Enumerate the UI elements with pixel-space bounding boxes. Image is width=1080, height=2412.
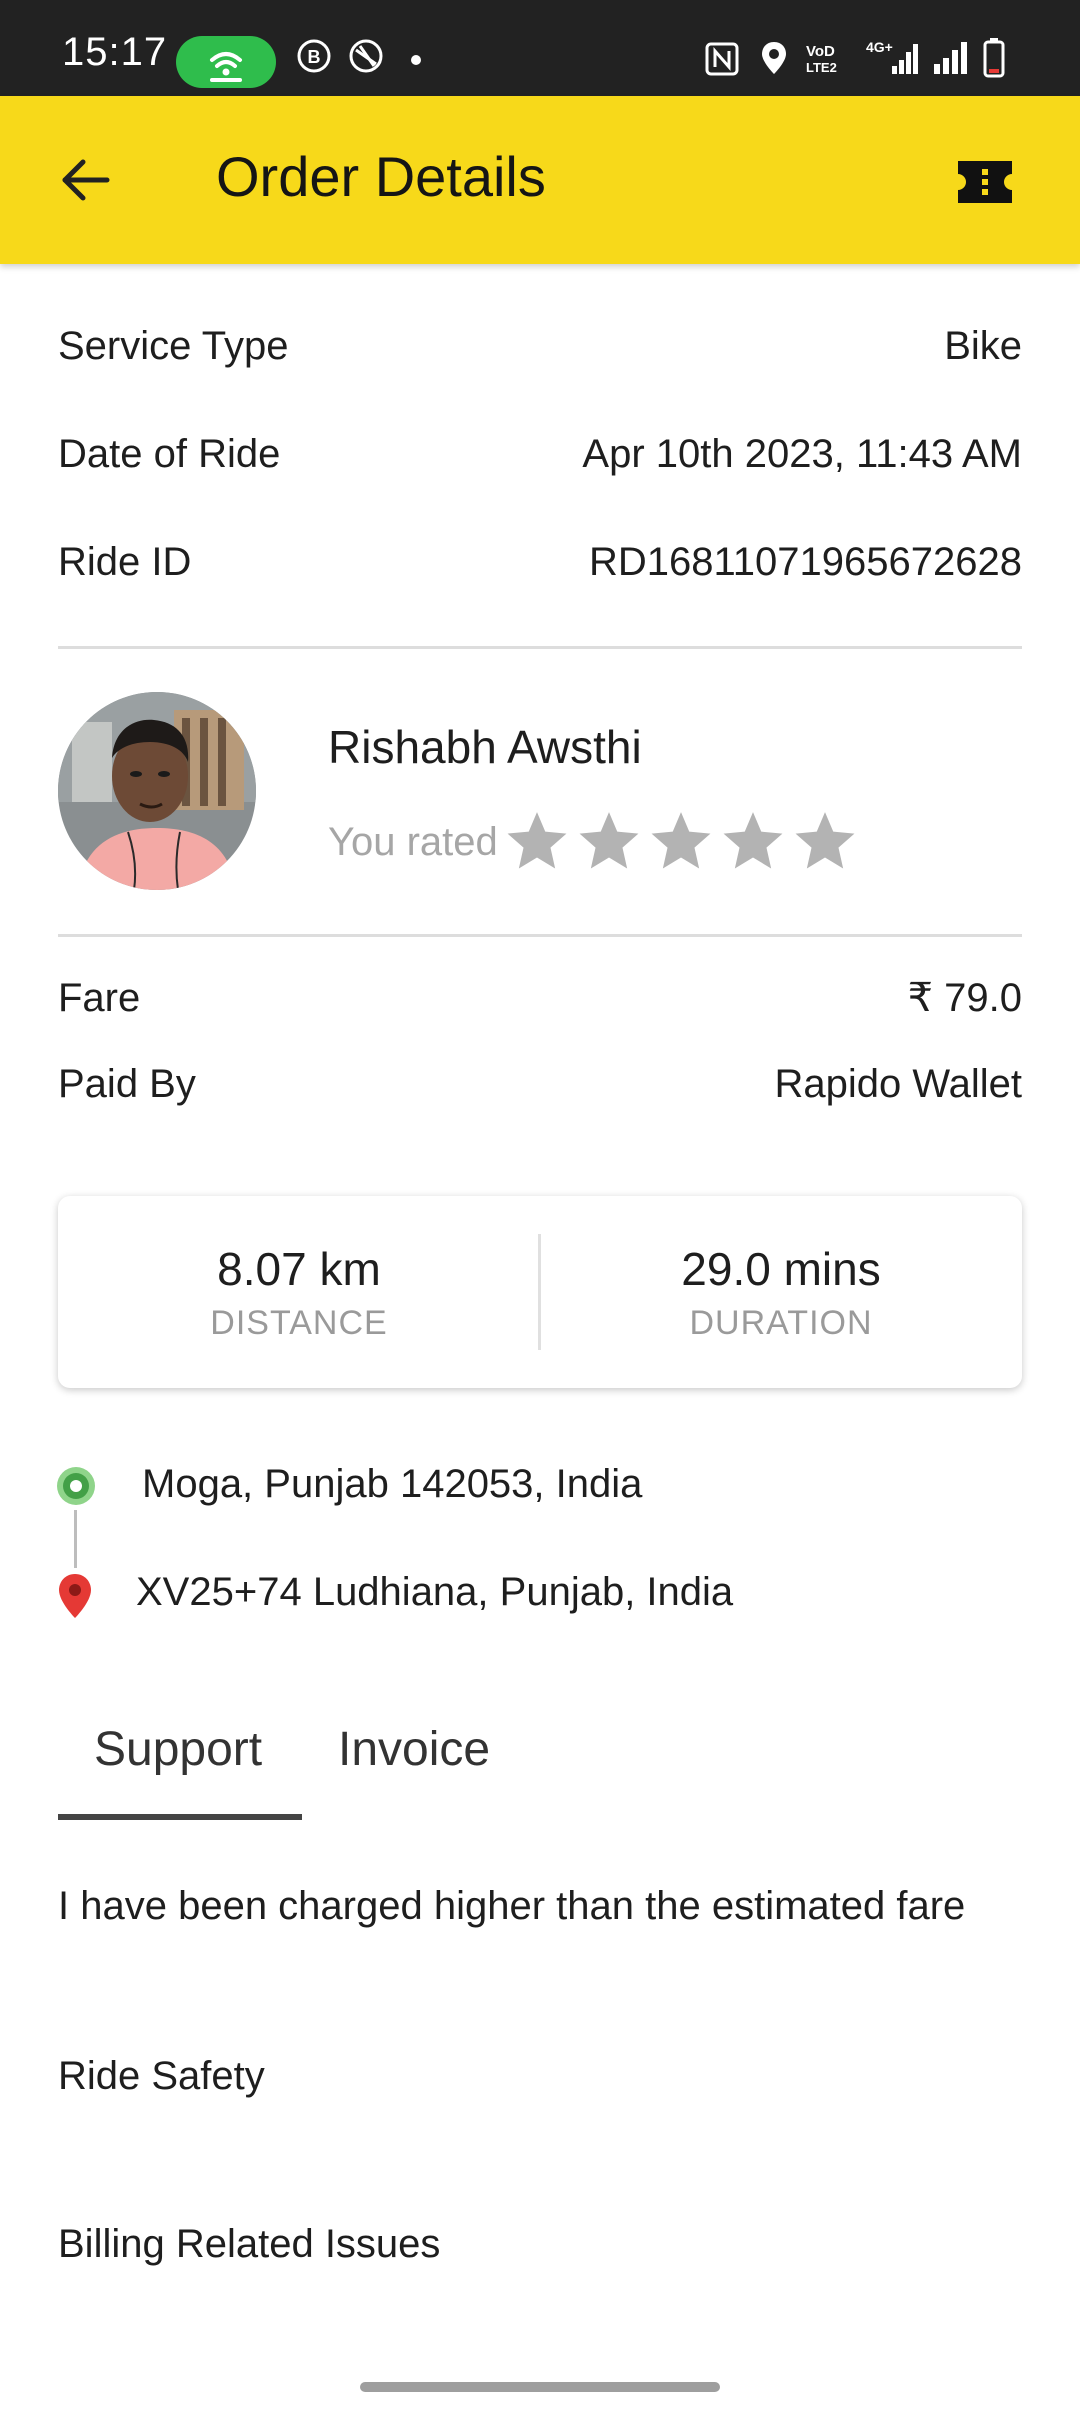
distance-label: DISTANCE <box>210 1304 388 1342</box>
star-icon[interactable] <box>648 808 714 874</box>
divider <box>58 934 1022 937</box>
b-circle-icon: B <box>297 39 331 73</box>
trip-summary-card: 8.07 km DISTANCE 29.0 mins DURATION <box>58 1196 1022 1388</box>
you-rated-label: You rated <box>328 820 498 864</box>
fare-label: Fare <box>58 975 141 1020</box>
paid-by-label: Paid By <box>58 1061 196 1106</box>
tab-support[interactable]: Support <box>94 1722 262 1777</box>
battery-icon <box>983 38 1005 78</box>
location-icon <box>762 42 786 74</box>
paid-by-value: Rapido Wallet <box>774 1061 1022 1106</box>
status-bar: 15:17 B VoD LTE2 4G+ <box>0 0 1080 96</box>
driver-name: Rishabh Awsthi <box>328 721 642 773</box>
volte-icon: VoD LTE2 <box>806 43 837 75</box>
star-icon[interactable] <box>792 808 858 874</box>
svg-text:VoD: VoD <box>806 43 835 60</box>
page-title: Order Details <box>216 145 546 208</box>
date-of-ride-value: Apr 10th 2023, 11:43 AM <box>582 431 1022 476</box>
hotspot-indicator <box>176 36 276 88</box>
route-connector <box>74 1510 77 1568</box>
duration-value: 29.0 mins <box>681 1243 881 1295</box>
driver-avatar <box>58 692 256 890</box>
service-type-value: Bike <box>944 323 1022 368</box>
star-icon[interactable] <box>576 808 642 874</box>
paid-by-row: Paid By Rapido Wallet <box>58 1054 1022 1114</box>
distance-cell: 8.07 km DISTANCE <box>58 1196 540 1388</box>
arrow-left-icon <box>62 159 110 201</box>
fare-row: Fare ₹ 79.0 <box>58 968 1022 1028</box>
service-type-label: Service Type <box>58 323 289 368</box>
support-item-billing[interactable]: Billing Related Issues <box>58 2222 440 2267</box>
duration-label: DURATION <box>689 1304 873 1342</box>
date-of-ride-row: Date of Ride Apr 10th 2023, 11:43 AM <box>58 424 1022 484</box>
ride-id-row: Ride ID RD16811071965672628 <box>58 532 1022 592</box>
ride-id-value: RD16811071965672628 <box>589 539 1022 584</box>
home-indicator[interactable] <box>360 2382 720 2392</box>
rating-stars <box>504 808 858 874</box>
divider <box>58 646 1022 649</box>
ride-id-label: Ride ID <box>58 539 192 584</box>
ticket-icon <box>958 161 1012 203</box>
service-type-row: Service Type Bike <box>58 316 1022 376</box>
ticket-button[interactable] <box>950 152 1020 212</box>
svg-text:4G+: 4G+ <box>866 39 893 55</box>
signal-4g-icon: 4G+ <box>866 39 918 74</box>
pickup-pin-icon <box>57 1467 95 1505</box>
tab-invoice[interactable]: Invoice <box>338 1722 490 1777</box>
back-button[interactable] <box>50 148 120 212</box>
signal-icon <box>934 42 967 74</box>
pickup-address: Moga, Punjab 142053, India <box>142 1462 643 1506</box>
hotspot-icon <box>210 52 242 82</box>
status-time: 15:17 <box>62 30 168 74</box>
fare-value: ₹ 79.0 <box>907 976 1022 1020</box>
shield-icon <box>349 39 383 73</box>
svg-text:B: B <box>308 47 321 67</box>
star-icon[interactable] <box>504 808 570 874</box>
support-item-ride-safety[interactable]: Ride Safety <box>58 2054 265 2099</box>
active-tab-indicator <box>58 1814 302 1820</box>
drop-pin-icon <box>59 1574 91 1618</box>
nfc-icon <box>705 42 739 76</box>
notification-dot-icon <box>411 55 421 65</box>
app-bar: Order Details <box>0 96 1080 264</box>
driver-photo <box>58 692 256 890</box>
duration-cell: 29.0 mins DURATION <box>540 1196 1022 1388</box>
date-of-ride-label: Date of Ride <box>58 431 281 476</box>
svg-text:LTE2: LTE2 <box>806 60 837 75</box>
star-icon[interactable] <box>720 808 786 874</box>
drop-address: XV25+74 Ludhiana, Punjab, India <box>136 1570 734 1614</box>
distance-value: 8.07 km <box>217 1243 381 1295</box>
support-item-higher-fare[interactable]: I have been charged higher than the esti… <box>58 1884 965 1929</box>
